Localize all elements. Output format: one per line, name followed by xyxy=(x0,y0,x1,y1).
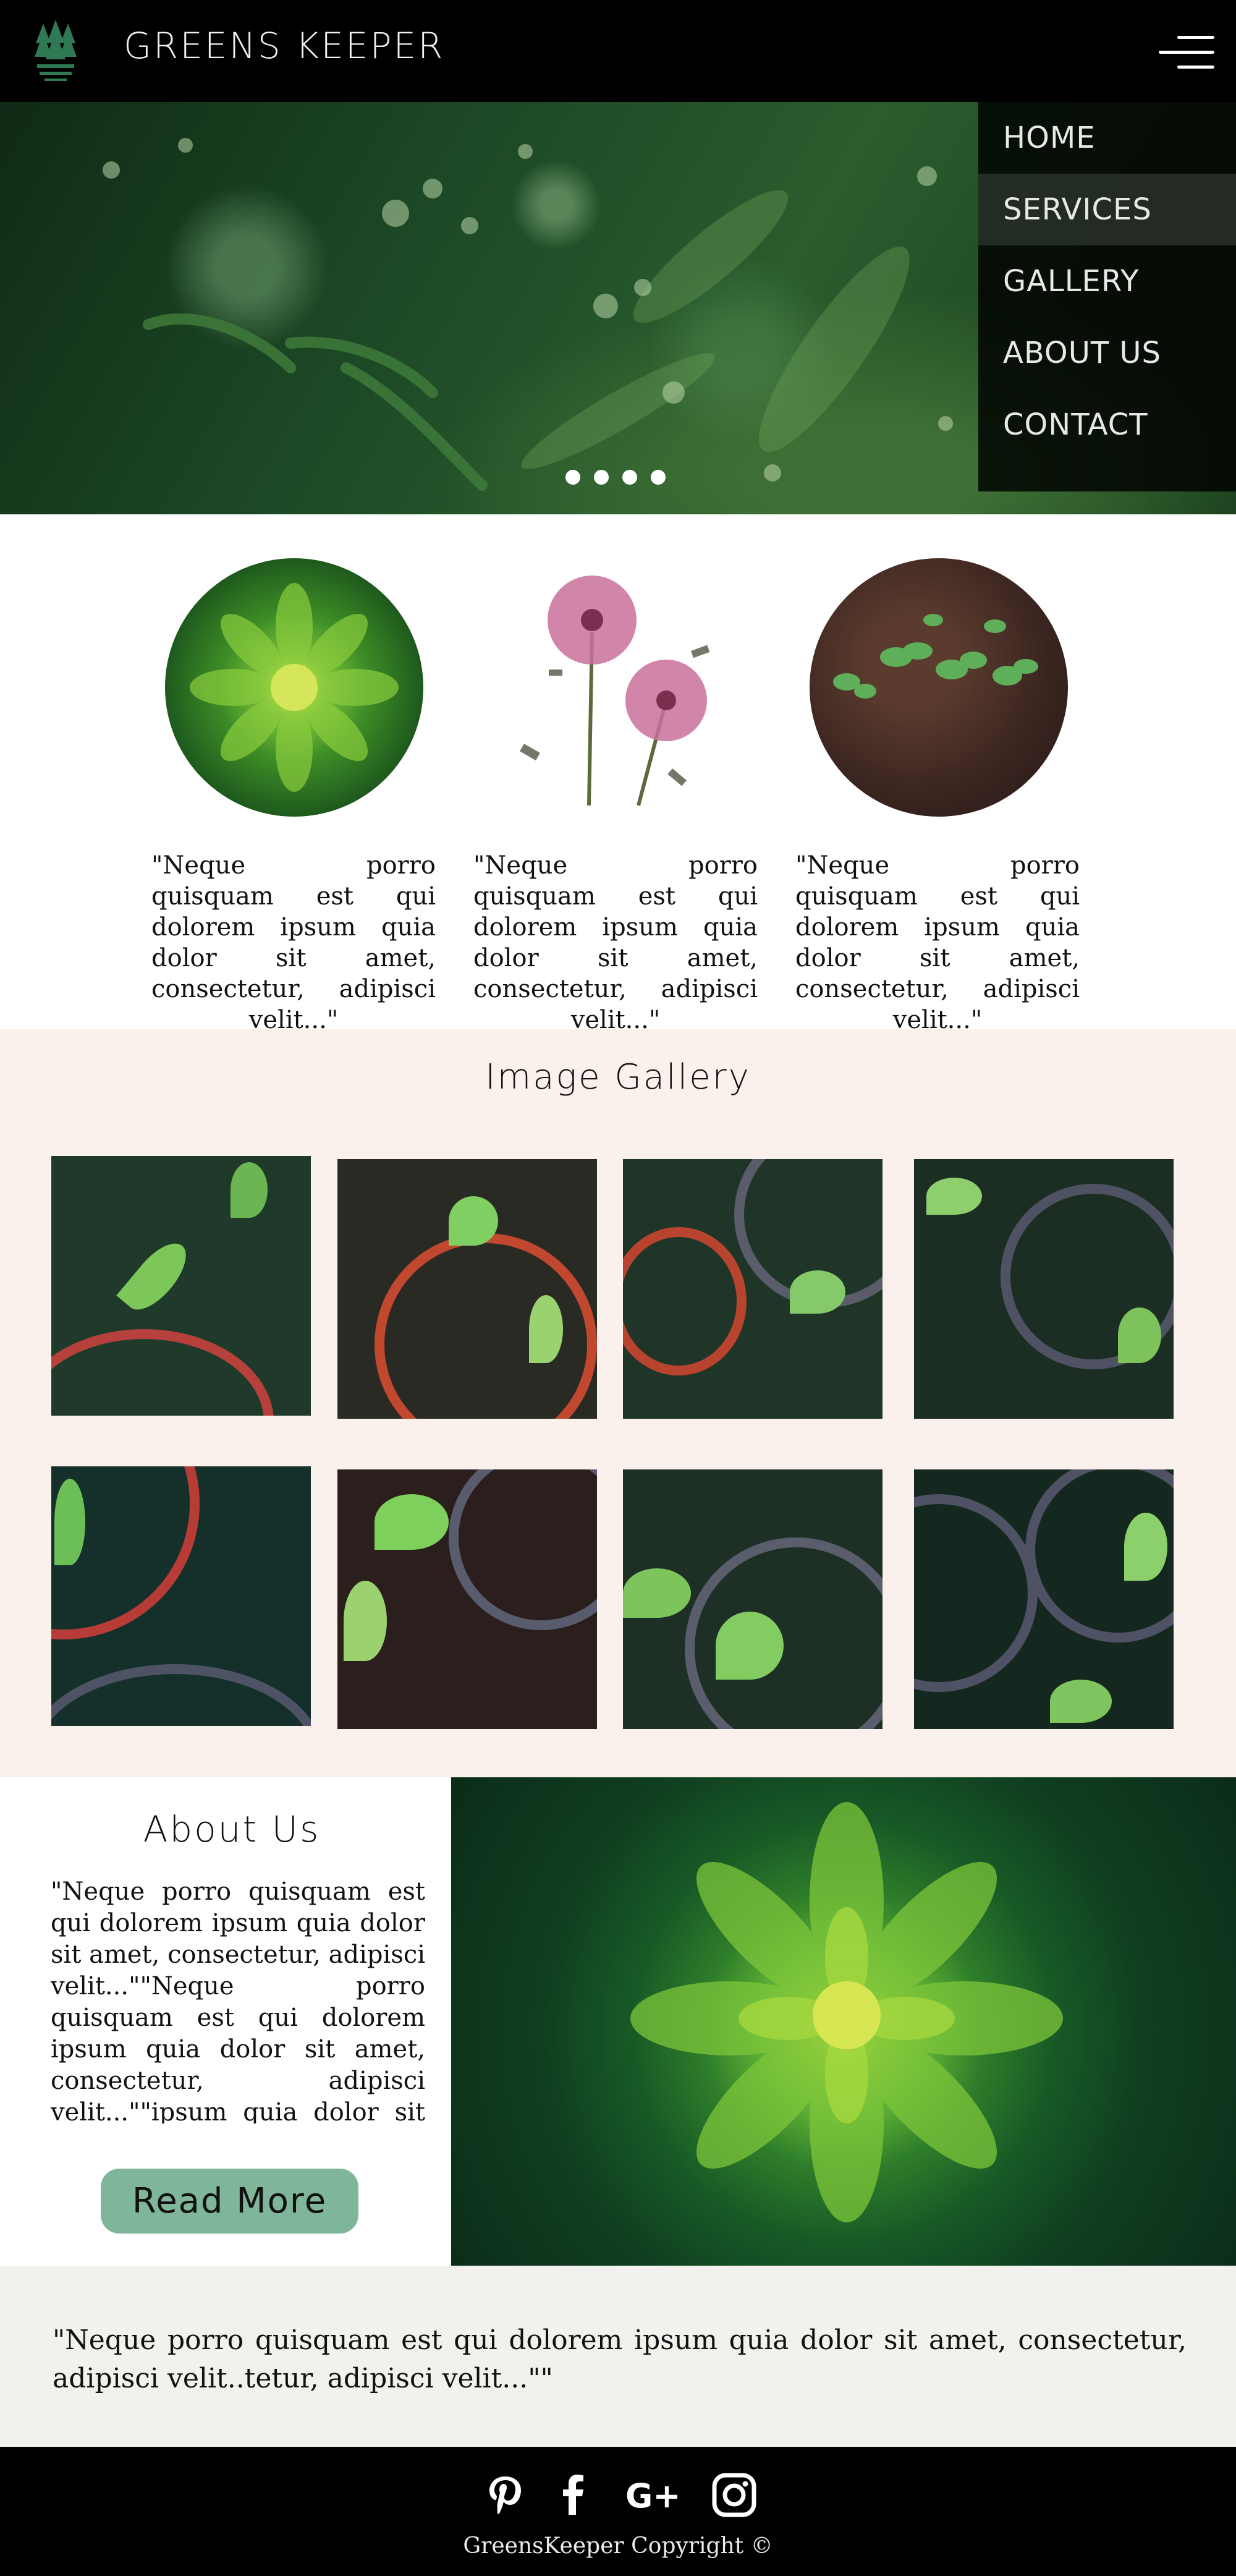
feature-image-flowers xyxy=(487,558,745,817)
nav-item-gallery[interactable]: GALLERY xyxy=(978,245,1236,317)
slider-dot-3[interactable] xyxy=(622,470,637,485)
nav-item-home[interactable]: HOME xyxy=(978,102,1236,174)
svg-text:G+: G+ xyxy=(625,2476,681,2515)
brand-name[interactable]: GREENS KEEPER xyxy=(124,25,444,67)
slider-dot-2[interactable] xyxy=(594,470,609,485)
google-plus-icon[interactable]: G+ xyxy=(625,2472,687,2519)
copyright-text: GreensKeeper Copyright © xyxy=(463,2533,773,2559)
slider-dot-1[interactable] xyxy=(565,470,580,485)
nav-menu: HOME SERVICES GALLERY ABOUT US CONTACT xyxy=(978,102,1236,491)
gallery-image-8[interactable] xyxy=(914,1469,1174,1729)
pinterest-icon[interactable] xyxy=(482,2472,529,2519)
feature-image-seedlings xyxy=(810,558,1068,817)
feature-text-1: "Neque porro quisquam est qui dolorem ip… xyxy=(151,851,436,1034)
gallery-image-6[interactable] xyxy=(337,1469,597,1729)
instagram-icon[interactable] xyxy=(711,2472,758,2519)
site-header: GREENS KEEPER xyxy=(0,0,1236,102)
read-more-button[interactable]: Read More xyxy=(101,2169,358,2234)
facebook-icon[interactable] xyxy=(550,2472,597,2519)
gallery-image-5[interactable] xyxy=(51,1466,311,1726)
trees-logo-icon[interactable] xyxy=(31,19,80,87)
gallery-image-3[interactable] xyxy=(623,1159,883,1419)
feature-text-3: "Neque porro quisquam est qui dolorem ip… xyxy=(795,851,1080,1034)
about-body: "Neque porro quisquam est qui dolorem ip… xyxy=(51,1877,425,2123)
about-title: About Us xyxy=(143,1808,321,1850)
slider-dot-4[interactable] xyxy=(651,470,666,485)
nav-item-contact[interactable]: CONTACT xyxy=(978,389,1236,461)
gallery-title: Image Gallery xyxy=(485,1057,751,1097)
nav-item-about-us[interactable]: ABOUT US xyxy=(978,317,1236,389)
quote-text: "Neque porro quisquam est qui dolorem ip… xyxy=(53,2324,1187,2394)
feature-image-succulent xyxy=(165,558,423,817)
gallery-image-4[interactable] xyxy=(914,1159,1174,1419)
nav-item-services[interactable]: SERVICES xyxy=(978,174,1236,245)
about-image-succulent xyxy=(451,1777,1236,2266)
slider-dots xyxy=(565,470,666,485)
hamburger-menu-icon[interactable] xyxy=(1159,31,1214,74)
gallery-image-1[interactable] xyxy=(51,1156,311,1416)
gallery-image-2[interactable] xyxy=(337,1159,597,1419)
feature-text-2: "Neque porro quisquam est qui dolorem ip… xyxy=(473,851,758,1034)
gallery-image-7[interactable] xyxy=(623,1469,883,1729)
